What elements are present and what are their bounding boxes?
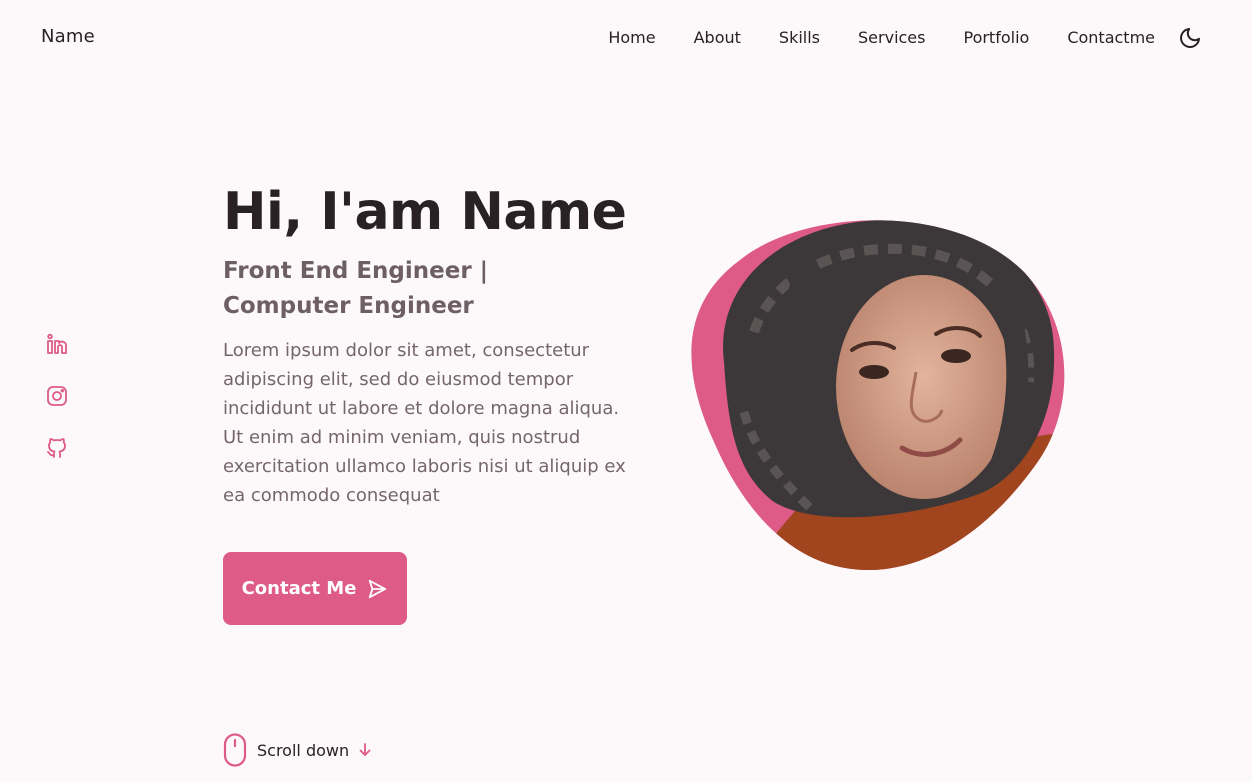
- hero-title: Hi, I'am Name: [223, 182, 627, 242]
- scroll-down-link[interactable]: Scroll down: [223, 733, 373, 767]
- contact-me-button[interactable]: Contact Me: [223, 552, 407, 625]
- github-icon[interactable]: [45, 436, 69, 460]
- nav-item-about: About: [694, 28, 741, 47]
- nav-menu: Home About Skills Services Portfolio Con…: [570, 28, 1155, 47]
- mouse-icon: [223, 733, 247, 767]
- social-links: [45, 332, 71, 488]
- nav-link-home[interactable]: Home: [608, 28, 655, 47]
- nav-link-skills[interactable]: Skills: [779, 28, 820, 47]
- moon-icon[interactable]: [1178, 26, 1202, 50]
- linkedin-icon[interactable]: [45, 332, 69, 356]
- send-icon: [369, 579, 387, 598]
- nav-item-skills: Skills: [779, 28, 820, 47]
- brand-logo-link[interactable]: Name: [41, 26, 95, 47]
- hero-subtitle: Front End Engineer | Computer Engineer: [223, 258, 489, 319]
- hero-section: Hi, I'am Name Front End Engineer | Compu…: [223, 178, 663, 510]
- arrow-down-icon: [359, 743, 371, 756]
- nav-item-home: Home: [608, 28, 655, 47]
- nav-link-contactme[interactable]: Contactme: [1067, 28, 1155, 47]
- nav-item-services: Services: [858, 28, 925, 47]
- nav-link-about[interactable]: About: [694, 28, 741, 47]
- hero-description: Lorem ipsum dolor sit amet, consectetur …: [223, 340, 626, 506]
- nav-item-portfolio: Portfolio: [963, 28, 1029, 47]
- navbar: Name Home About Skills Services Portfoli…: [0, 0, 1252, 76]
- contact-me-label: Contact Me: [241, 578, 357, 599]
- nav-item-contactme: Contactme: [1067, 28, 1155, 47]
- scroll-down-label: Scroll down: [257, 740, 350, 760]
- nav-link-services[interactable]: Services: [858, 28, 925, 47]
- instagram-icon[interactable]: [45, 384, 69, 408]
- profile-photo: [684, 212, 1070, 572]
- nav-link-portfolio[interactable]: Portfolio: [963, 28, 1029, 47]
